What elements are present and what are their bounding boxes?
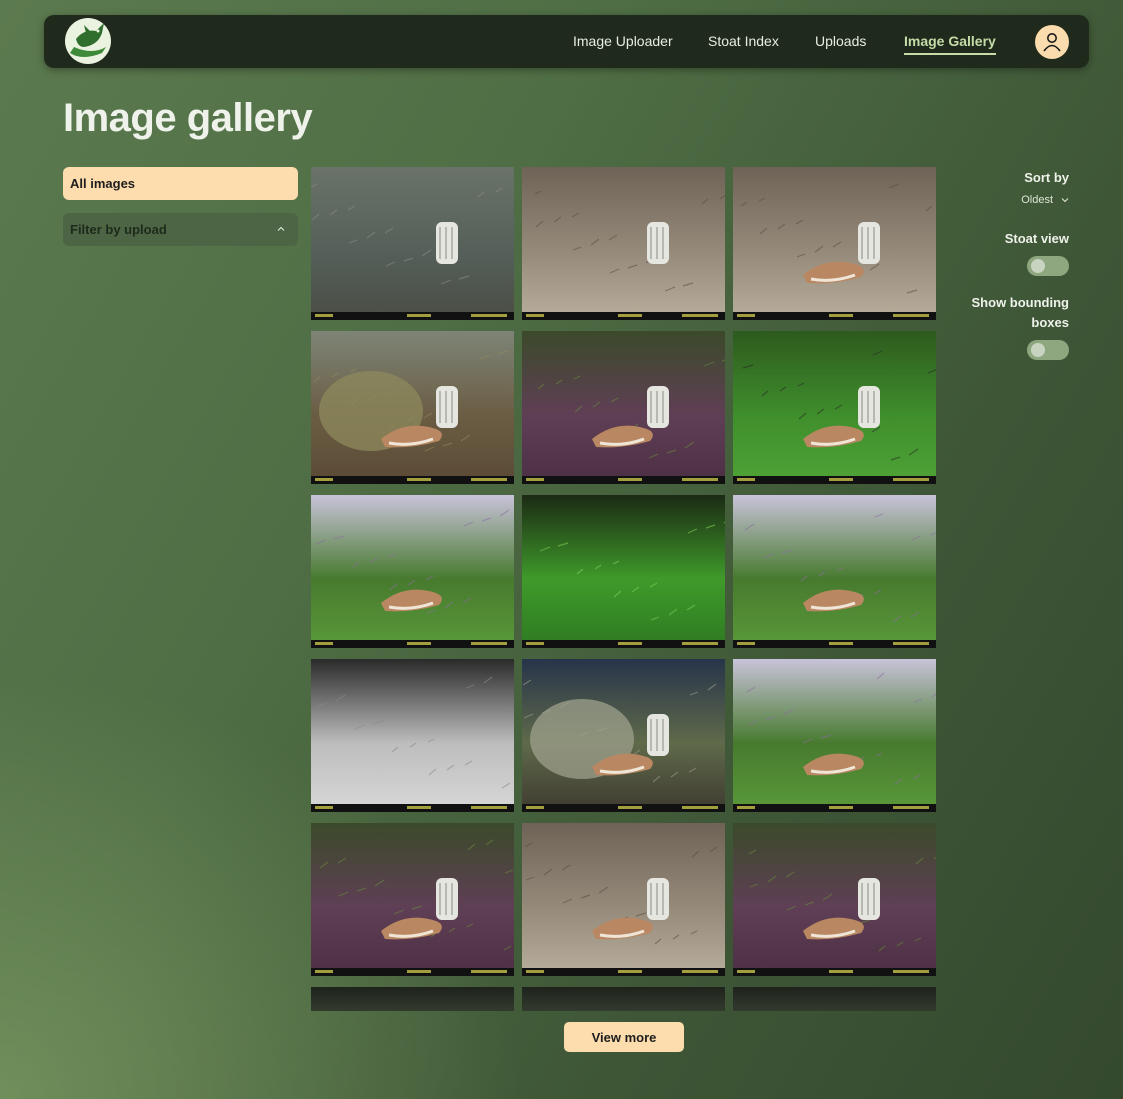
gallery-image[interactable] — [311, 823, 514, 976]
sort-by-label: Sort by — [1024, 170, 1069, 185]
gallery-image[interactable] — [522, 495, 725, 648]
view-more-button[interactable]: View more — [564, 1022, 684, 1052]
stoat-view-label: Stoat view — [1004, 231, 1069, 246]
chevron-up-icon — [277, 226, 285, 231]
gallery-image[interactable] — [733, 331, 936, 484]
gallery-image[interactable] — [733, 659, 936, 812]
gallery-image[interactable] — [522, 987, 725, 1011]
nav-uploads[interactable]: Uploads — [815, 33, 866, 49]
gallery-image[interactable] — [733, 495, 936, 648]
all-images-button[interactable]: All images — [63, 167, 298, 200]
bounding-boxes-label: Show bounding boxes — [971, 295, 1069, 330]
user-avatar-icon[interactable] — [1035, 25, 1069, 59]
sort-value: Oldest — [1021, 194, 1053, 206]
sort-select[interactable]: Oldest — [955, 194, 1069, 206]
gallery-image[interactable] — [311, 167, 514, 320]
filter-by-upload-dropdown[interactable]: Filter by upload — [63, 213, 298, 246]
nav-image-uploader[interactable]: Image Uploader — [573, 33, 673, 49]
gallery-image[interactable] — [311, 987, 514, 1011]
gallery-image[interactable] — [733, 167, 936, 320]
filter-by-upload-label: Filter by upload — [70, 222, 167, 237]
all-images-label: All images — [70, 176, 136, 191]
toggle-knob — [1031, 259, 1045, 273]
gallery-image[interactable] — [522, 659, 725, 812]
toggle-knob — [1031, 343, 1045, 357]
nav-image-gallery[interactable]: Image Gallery — [904, 33, 996, 55]
nav-stoat-index[interactable]: Stoat Index — [708, 33, 779, 49]
sort-control: Sort by Oldest — [955, 168, 1069, 206]
top-nav-bar: Image Uploader Stoat Index Uploads Image… — [44, 15, 1089, 68]
gallery-image[interactable] — [522, 823, 725, 976]
gallery-image[interactable] — [733, 987, 936, 1011]
gallery-image[interactable] — [311, 331, 514, 484]
page-title: Image gallery — [63, 96, 313, 140]
stoat-view-toggle[interactable] — [1027, 256, 1069, 276]
gallery-image[interactable] — [311, 659, 514, 812]
image-gallery-grid — [311, 167, 937, 1011]
gallery-image[interactable] — [522, 167, 725, 320]
chevron-down-icon — [1061, 198, 1069, 203]
gallery-image[interactable] — [522, 331, 725, 484]
gallery-image[interactable] — [311, 495, 514, 648]
logo-bird-hand-icon[interactable] — [62, 17, 114, 65]
gallery-image[interactable] — [733, 823, 936, 976]
bounding-boxes-toggle[interactable] — [1027, 340, 1069, 360]
